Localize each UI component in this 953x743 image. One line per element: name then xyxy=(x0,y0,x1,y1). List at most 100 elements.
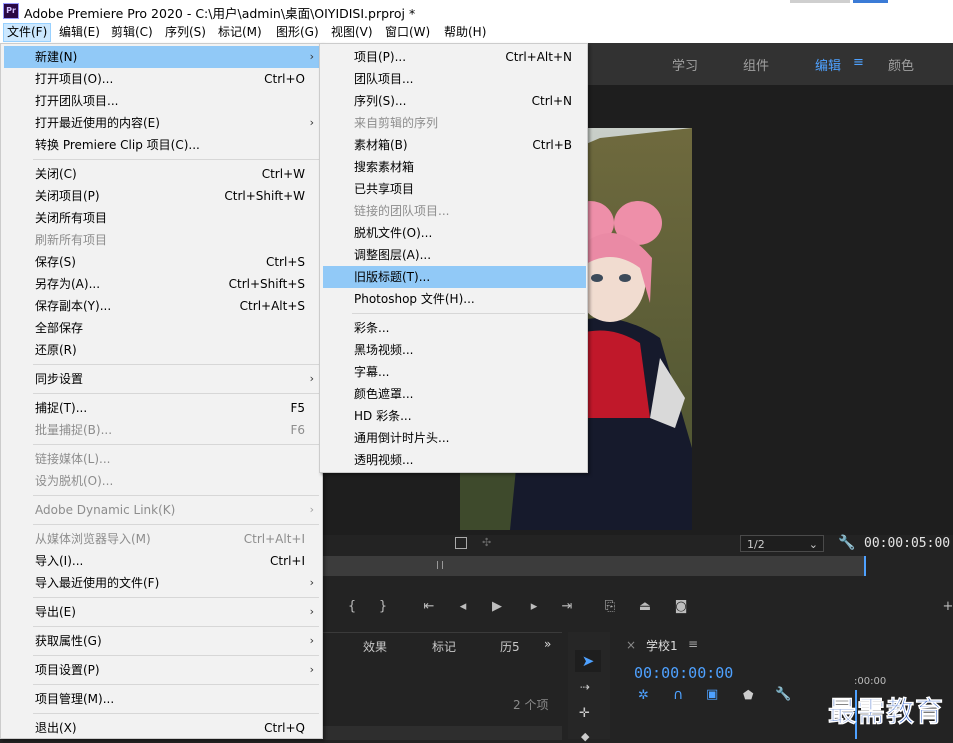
razor-tool-icon[interactable]: ◆ xyxy=(581,730,589,743)
menu-item-label: 序列(S)... xyxy=(354,94,407,108)
file-menu-item-11[interactable]: 另存为(A)... Ctrl+Shift+S xyxy=(4,273,319,295)
extract-icon[interactable]: ⏏ xyxy=(637,599,653,615)
file-menu-item-4[interactable]: 转换 Premiere Clip 项目(C)... xyxy=(4,134,319,156)
sub-menu-item-15[interactable]: 字幕... xyxy=(323,361,586,383)
file-menu-item-7[interactable]: 关闭项目(P) Ctrl+Shift+W xyxy=(4,185,319,207)
workspace-menu-icon[interactable]: ≡ xyxy=(853,55,864,70)
sub-menu-item-10[interactable]: 旧版标题(T)... xyxy=(323,266,586,288)
file-menu-item-27[interactable]: 导入(I)... Ctrl+I xyxy=(4,550,319,572)
mark-in-icon[interactable]: { xyxy=(344,599,360,615)
file-menu-item-0[interactable]: 新建(N) › xyxy=(4,46,319,68)
menu-bar: 文件(F) 编辑(E) 剪辑(C) 序列(S) 标记(M) 图形(G) 视图(V) 窗口(W)… xyxy=(0,22,953,44)
window-title: Adobe Premiere Pro 2020 - C:\用户\admin\桌面… xyxy=(24,6,416,21)
sub-menu-item-16[interactable]: 颜色遮罩... xyxy=(323,383,586,405)
sub-menu-item-6[interactable]: 已共享项目 xyxy=(323,178,586,200)
file-menu-item-32[interactable]: 获取属性(G) › xyxy=(4,630,319,652)
workspace-editing[interactable]: 编辑 xyxy=(815,55,841,74)
menu-item-shortcut: F5 xyxy=(290,401,305,415)
menu-item-label: 调整图层(A)... xyxy=(354,248,432,262)
file-menu-item-16[interactable]: 同步设置 › xyxy=(4,368,319,390)
sub-menu-item-5[interactable]: 搜索素材箱 xyxy=(323,156,586,178)
sub-menu-item-1[interactable]: 团队项目... xyxy=(323,68,586,90)
project-list-row[interactable] xyxy=(320,726,562,740)
menu-0[interactable]: 文件(F) xyxy=(3,23,52,42)
play-icon[interactable]: ▶ xyxy=(489,599,505,615)
file-menu-item-2[interactable]: 打开团队项目... xyxy=(4,90,319,112)
file-menu-item-1[interactable]: 打开项目(O)... Ctrl+O xyxy=(4,68,319,90)
duration-timecode[interactable]: 00:00:05:00 xyxy=(864,536,950,551)
sub-menu-item-8[interactable]: 脱机文件(O)... xyxy=(323,222,586,244)
sub-menu-item-2[interactable]: 序列(S)... Ctrl+N xyxy=(323,90,586,112)
workspace-assembly[interactable]: 组件 xyxy=(743,55,769,74)
menu-3[interactable]: 序列(S) xyxy=(162,24,209,41)
menu-7[interactable]: 窗口(W) xyxy=(382,24,433,41)
safe-margins-icon[interactable] xyxy=(455,537,467,549)
nest-icon[interactable]: ✲ xyxy=(638,688,649,703)
file-menu-item-36[interactable]: 项目管理(M)... xyxy=(4,688,319,710)
menu-8[interactable]: 帮助(H) xyxy=(441,24,489,41)
sub-menu-item-17[interactable]: HD 彩条... xyxy=(323,405,586,427)
file-menu-item-10[interactable]: 保存(S) Ctrl+S xyxy=(4,251,319,273)
sequence-menu-icon[interactable]: ≡ xyxy=(688,637,698,651)
sequence-timecode[interactable]: 00:00:00:00 xyxy=(634,664,733,682)
sub-menu-item-19[interactable]: 透明视频... xyxy=(323,449,586,471)
step-forward-icon[interactable]: ▸ xyxy=(526,599,542,615)
ripple-edit-tool-icon[interactable]: ✛ xyxy=(579,706,590,721)
mark-out-icon[interactable]: } xyxy=(375,599,391,615)
file-menu-item-14[interactable]: 还原(R) xyxy=(4,339,319,361)
file-menu-item-6[interactable]: 关闭(C) Ctrl+W xyxy=(4,163,319,185)
window-control-strip[interactable] xyxy=(790,0,850,3)
menu-item-label: 旧版标题(T)... xyxy=(354,270,431,284)
playhead[interactable] xyxy=(864,556,866,576)
workspace-color[interactable]: 颜色 xyxy=(888,55,914,74)
sub-menu-item-11[interactable]: Photoshop 文件(H)... xyxy=(323,288,586,310)
tab-effects[interactable]: 效果 xyxy=(363,638,387,655)
workspace-learn[interactable]: 学习 xyxy=(672,55,698,74)
file-menu-item-8[interactable]: 关闭所有项目 xyxy=(4,207,319,229)
file-menu-item-3[interactable]: 打开最近使用的内容(E) › xyxy=(4,112,319,134)
resolution-select[interactable]: 1/2 ⌄ xyxy=(740,535,824,552)
go-to-out-icon[interactable]: ⇥ xyxy=(559,599,575,615)
wrench-icon[interactable]: 🔧 xyxy=(838,535,855,551)
chevron-right-icon: › xyxy=(309,605,314,618)
lift-icon[interactable]: ⎘ xyxy=(602,599,618,615)
linked-selection-icon[interactable]: ▣ xyxy=(706,687,718,702)
more-tabs-icon[interactable]: » xyxy=(544,637,551,651)
menu-2[interactable]: 剪辑(C) xyxy=(108,24,156,41)
monitor-scrubber[interactable] xyxy=(320,556,866,576)
file-menu-item-34[interactable]: 项目设置(P) › xyxy=(4,659,319,681)
sequence-tab[interactable]: 学校1 xyxy=(646,637,678,654)
menu-4[interactable]: 标记(M) xyxy=(215,24,265,41)
sub-menu-item-9[interactable]: 调整图层(A)... xyxy=(323,244,586,266)
window-control-active[interactable] xyxy=(853,0,888,3)
menu-item-label: 导入最近使用的文件(F) xyxy=(35,576,160,590)
file-menu-item-18[interactable]: 捕捉(T)... F5 xyxy=(4,397,319,419)
close-icon[interactable]: × xyxy=(626,638,636,652)
camera-icon[interactable]: ◙ xyxy=(673,599,689,615)
file-menu-item-12[interactable]: 保存副本(Y)... Ctrl+Alt+S xyxy=(4,295,319,317)
track-select-tool-icon[interactable]: ⇢ xyxy=(580,680,590,694)
file-menu-item-30[interactable]: 导出(E) › xyxy=(4,601,319,623)
sub-menu-item-13[interactable]: 彩条... xyxy=(323,317,586,339)
file-menu-item-13[interactable]: 全部保存 xyxy=(4,317,319,339)
sub-menu-item-14[interactable]: 黑场视频... xyxy=(323,339,586,361)
go-to-in-icon[interactable]: ⇤ xyxy=(421,599,437,615)
file-menu-item-28[interactable]: 导入最近使用的文件(F) › xyxy=(4,572,319,594)
tab-history[interactable]: 历5 xyxy=(500,638,520,655)
sub-menu-item-18[interactable]: 通用倒计时片头... xyxy=(323,427,586,449)
scrubber-grip-icon[interactable] xyxy=(437,561,443,569)
timeline-settings-icon[interactable]: 🔧 xyxy=(775,687,791,702)
sub-menu-item-0[interactable]: 项目(P)... Ctrl+Alt+N xyxy=(323,46,586,68)
add-marker-icon[interactable]: ⬟ xyxy=(743,688,753,702)
sub-menu-item-4[interactable]: 素材箱(B) Ctrl+B xyxy=(323,134,586,156)
step-back-icon[interactable]: ◂ xyxy=(455,599,471,615)
selection-tool-icon[interactable]: ➤ xyxy=(575,650,601,672)
add-button-icon[interactable]: + xyxy=(940,599,953,615)
menu-5[interactable]: 图形(G) xyxy=(273,24,322,41)
file-menu-item-38[interactable]: 退出(X) Ctrl+Q xyxy=(4,717,319,739)
tab-markers[interactable]: 标记 xyxy=(432,638,456,655)
menu-1[interactable]: 编辑(E) xyxy=(56,24,103,41)
drag-icon[interactable]: ✣ xyxy=(482,536,491,549)
menu-6[interactable]: 视图(V) xyxy=(328,24,376,41)
snap-icon[interactable]: ∩ xyxy=(673,687,683,703)
